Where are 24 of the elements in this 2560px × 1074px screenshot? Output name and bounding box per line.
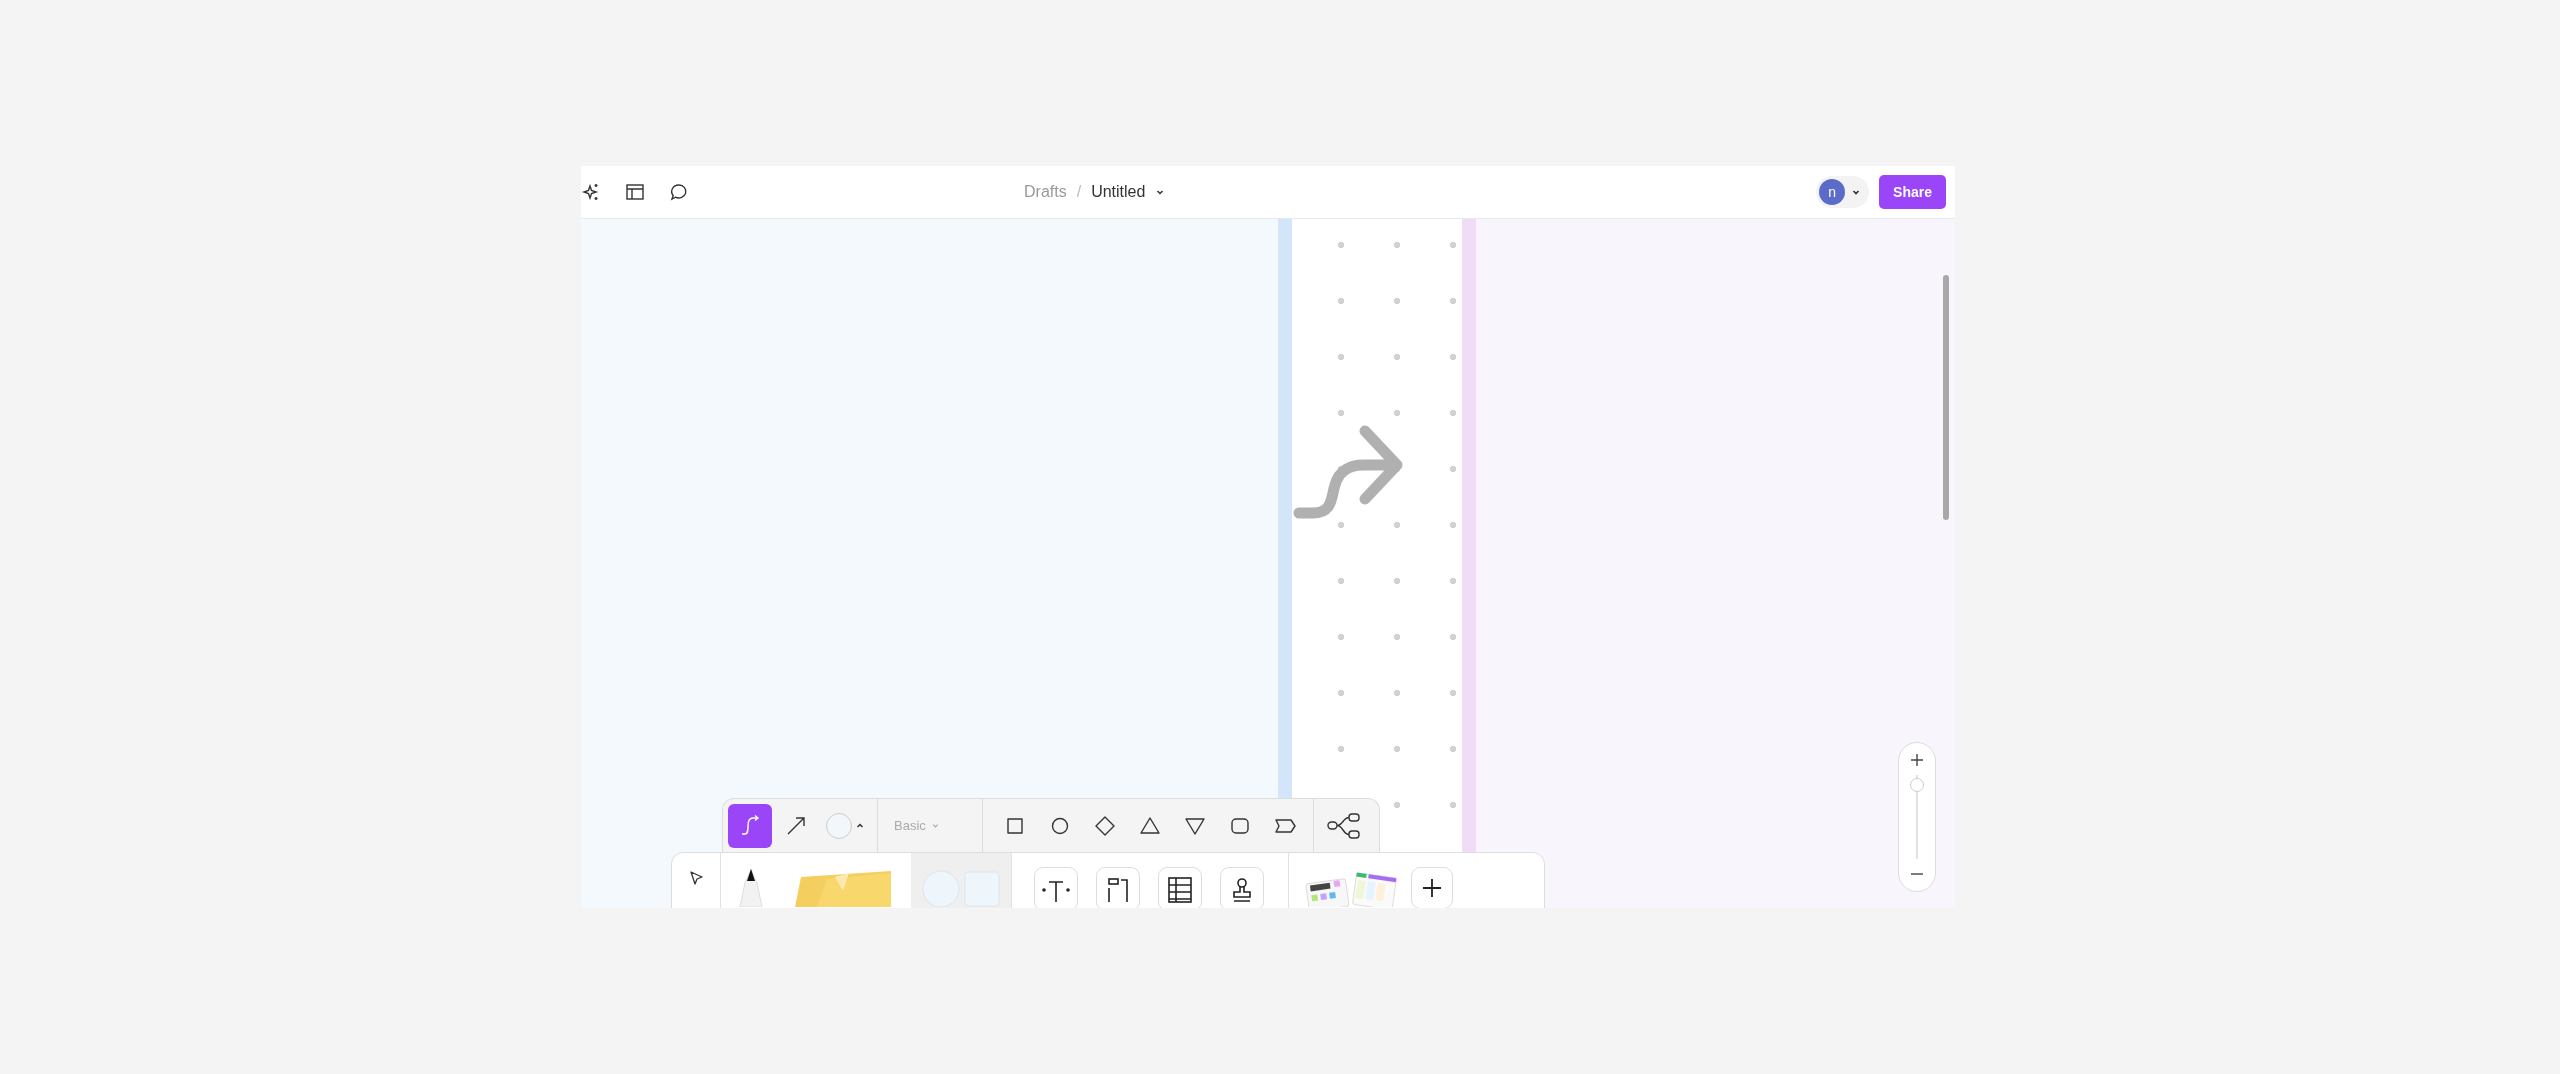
table-icon — [1165, 874, 1195, 904]
user-avatar[interactable]: n — [1819, 179, 1846, 205]
breadcrumb-separator: / — [1076, 183, 1082, 201]
share-button[interactable]: Share — [1879, 175, 1946, 209]
plus-icon — [1421, 877, 1443, 899]
select-cursor-icon[interactable] — [687, 869, 705, 887]
chevron-down-icon — [930, 821, 940, 830]
slider-thumb[interactable] — [1910, 778, 1924, 793]
mind-map-icon[interactable] — [1327, 811, 1361, 840]
fill-swatch[interactable] — [826, 812, 852, 839]
text-tool[interactable] — [1034, 867, 1078, 908]
sparkle-icon[interactable] — [581, 182, 601, 202]
frame-tool[interactable] — [1096, 867, 1140, 908]
document-title[interactable]: Untitled — [1091, 183, 1146, 201]
add-button[interactable] — [1411, 867, 1453, 908]
connector-tool[interactable] — [728, 803, 772, 848]
scrollbar[interactable] — [1943, 275, 1949, 520]
table-tool[interactable] — [1158, 867, 1202, 908]
comment-icon[interactable] — [669, 182, 689, 202]
breadcrumb-link[interactable]: Drafts — [1024, 183, 1067, 201]
layout-icon[interactable] — [625, 182, 645, 202]
user-menu[interactable]: n — [1816, 176, 1870, 208]
zoom-in-icon[interactable] — [1910, 753, 1924, 767]
stamp-tool[interactable] — [1220, 867, 1264, 908]
